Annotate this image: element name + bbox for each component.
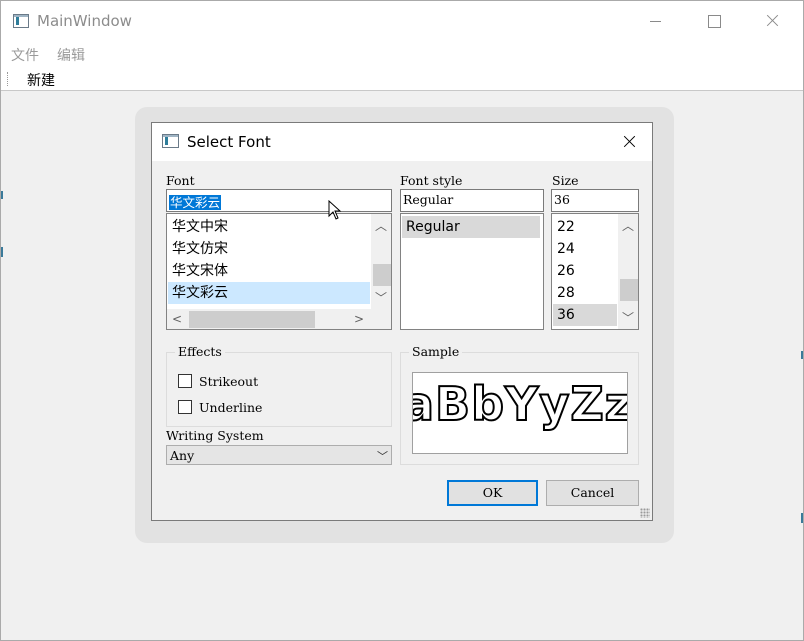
sample-group-title: Sample [409,344,463,359]
sample-text: aBbYyZz [412,376,628,432]
font-list-vscroll[interactable]: ︿ ﹀ [371,214,391,309]
font-input-text: 华文彩云 [169,195,222,210]
toolbar: 新建 [1,67,803,91]
resize-grip-icon[interactable] [640,508,650,518]
size-list-item[interactable]: 24 [553,238,617,260]
font-label: Font [166,173,195,188]
sample-preview: aBbYyZz [412,372,628,454]
dialog-icon [162,134,179,148]
underline-label[interactable]: Underline [199,400,262,415]
app-icon [13,14,29,28]
dialog-titlebar: Select Font [152,123,652,161]
strikeout-checkbox[interactable] [178,374,192,388]
font-style-list-item-selected[interactable]: Regular [402,216,540,238]
strikeout-label[interactable]: Strikeout [199,374,258,389]
underline-checkbox[interactable] [178,400,192,414]
font-list[interactable]: 华文中宋 华文仿宋 华文宋体 华文彩云 ︿ ﹀ < > [166,213,392,330]
writing-system-value: Any [170,448,195,463]
menu-file[interactable]: 文件 [11,45,39,65]
font-style-list[interactable]: Regular [400,213,544,330]
effects-group-title: Effects [175,344,225,359]
font-list-item-selected[interactable]: 华文彩云 [168,282,370,304]
cursor-icon [328,200,342,220]
scroll-down-icon[interactable]: ﹀ [618,310,638,326]
font-list-item[interactable]: 华文仿宋 [168,238,370,260]
toolbar-new-button[interactable]: 新建 [27,70,55,90]
ok-button[interactable]: OK [447,480,538,506]
font-list-hscroll[interactable]: < > [167,309,391,329]
dialog-close-button[interactable] [618,131,642,153]
font-style-input[interactable]: Regular [400,189,544,212]
edge-mark [801,513,803,523]
toolbar-grip[interactable] [7,72,9,86]
dialog-title: Select Font [187,133,271,151]
window-title: MainWindow [37,12,132,30]
font-list-vscroll-thumb[interactable] [373,264,391,286]
size-list-vscroll-thumb[interactable] [620,279,638,301]
font-style-label: Font style [400,173,463,188]
size-list-item-selected[interactable]: 36 [553,304,617,326]
scroll-up-icon[interactable]: ︿ [618,218,638,234]
edge-mark [1,247,3,257]
scroll-left-icon[interactable]: < [167,311,187,327]
font-list-hscroll-thumb[interactable] [189,311,315,328]
chevron-down-icon: ﹀ [377,450,388,463]
scroll-up-icon[interactable]: ︿ [371,218,391,234]
menu-edit[interactable]: 编辑 [57,45,85,65]
size-input[interactable]: 36 [551,189,639,212]
font-input[interactable]: 华文彩云 [166,189,392,212]
size-list[interactable]: 22 24 26 28 36 ︿ ﹀ [551,213,639,330]
sample-group: Sample aBbYyZz [400,344,639,465]
scroll-right-icon[interactable]: > [349,311,369,327]
edge-mark [1,191,3,199]
maximize-button[interactable] [685,1,743,39]
size-list-item[interactable]: 22 [553,216,617,238]
size-label: Size [552,173,579,188]
window-titlebar: MainWindow [1,1,803,39]
menubar: 文件 编辑 [1,39,803,67]
minimize-button[interactable] [627,1,685,39]
effects-group: Effects Strikeout Underline [166,344,392,427]
edge-mark [801,351,803,359]
size-list-vscroll[interactable]: ︿ ﹀ [618,214,638,329]
close-button[interactable] [743,1,801,39]
size-list-item[interactable]: 28 [553,282,617,304]
scroll-down-icon[interactable]: ﹀ [371,290,391,306]
cancel-button[interactable]: Cancel [546,480,639,506]
writing-system-combo[interactable]: Any ﹀ [166,445,392,465]
font-list-item[interactable]: 华文宋体 [168,260,370,282]
select-font-dialog: Select Font Font 华文彩云 华文中宋 华文仿宋 华文宋体 华文彩… [151,122,653,521]
size-list-item[interactable]: 26 [553,260,617,282]
writing-system-label: Writing System [166,428,264,443]
